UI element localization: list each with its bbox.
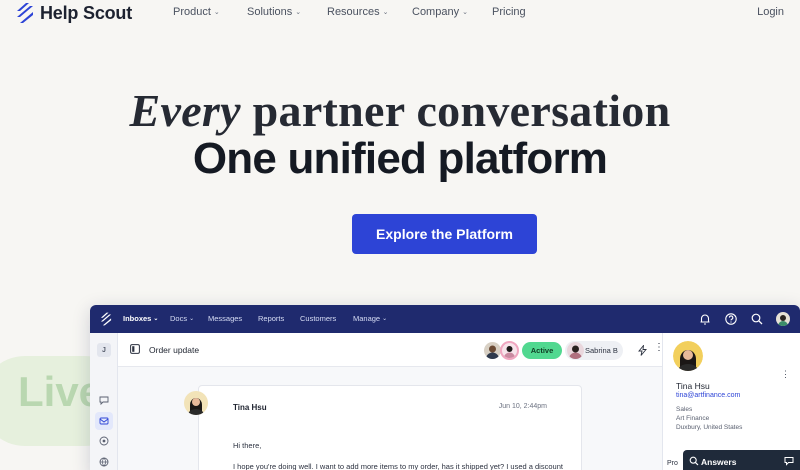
explore-platform-button[interactable]: Explore the Platform <box>352 214 537 254</box>
chevron-down-icon: ⌄ <box>382 9 389 16</box>
nav-resources-label: Resources <box>327 6 380 18</box>
chevron-down-icon: ⌄ <box>462 9 468 16</box>
app-nav-inboxes[interactable]: Inboxes ⌄ <box>123 314 158 323</box>
conversation-header: Order update Active Sabrina B ⋮ <box>118 333 664 367</box>
assignee-selector[interactable]: Sabrina B <box>565 341 623 360</box>
app-nav-docs[interactable]: Docs ⌄ <box>170 314 194 323</box>
app-nav-reports[interactable]: Reports <box>258 314 284 323</box>
assignee-avatar <box>567 342 584 359</box>
lightning-icon[interactable] <box>638 345 647 356</box>
message-sender: Tina Hsu <box>233 403 267 412</box>
customer-location: Duxbury, United States <box>676 424 743 431</box>
message-sender-avatar-image <box>184 391 208 415</box>
hero-headline-italic: Every <box>129 85 241 136</box>
assignee-avatar-image <box>569 345 582 359</box>
hero-headline-rest: partner conversation <box>240 85 671 136</box>
customer-company: Art Finance <box>676 415 710 422</box>
app-nav-manage[interactable]: Manage ⌄ <box>353 314 387 323</box>
chevron-down-icon: ⌄ <box>382 316 388 322</box>
chevron-down-icon: ⌄ <box>153 316 159 322</box>
app-nav-manage-label: Manage <box>353 314 381 323</box>
answers-label: Answers <box>701 457 737 467</box>
viewer-avatar[interactable] <box>500 341 519 360</box>
chevron-down-icon: ⌄ <box>295 9 302 16</box>
customer-role: Sales <box>676 406 693 413</box>
answers-widget-button[interactable]: Answers <box>683 450 800 470</box>
user-avatar[interactable] <box>776 312 790 326</box>
message-sender-avatar <box>184 391 208 415</box>
message-timestamp: Jun 10, 2:44pm <box>498 403 547 410</box>
app-nav-messages[interactable]: Messages <box>208 314 242 323</box>
brand-logo[interactable]: Help Scout <box>16 2 132 24</box>
sidebar-toggle-icon[interactable] <box>130 344 140 354</box>
message-greeting: Hi there, <box>233 441 262 450</box>
app-nav-customers[interactable]: Customers <box>300 314 336 323</box>
nav-solutions[interactable]: Solutions ⌄ <box>247 6 301 18</box>
chat-bubble-icon <box>784 457 794 466</box>
app-topbar: Inboxes ⌄ Docs ⌄ Messages Reports Customer… <box>90 305 800 333</box>
nav-product-label: Product <box>173 6 211 18</box>
palette-icon[interactable] <box>98 435 110 447</box>
nav-pricing-label: Pricing <box>492 6 526 18</box>
app-nav-customers-label: Customers <box>300 314 337 323</box>
nav-solutions-label: Solutions <box>247 6 293 18</box>
message-card: Tina Hsu Jun 10, 2:44pm Hi there, I hope… <box>198 385 582 470</box>
app-nav-reports-label: Reports <box>258 314 285 323</box>
site-header: Help Scout Product ⌄ Solutions ⌄ Resourc… <box>0 0 800 28</box>
app-nav-docs-label: Docs <box>170 314 188 323</box>
app-preview: Inboxes ⌄ Docs ⌄ Messages Reports Customer… <box>90 305 800 470</box>
nav-product[interactable]: Product ⌄ <box>173 6 220 18</box>
nav-resources[interactable]: Resources ⌄ <box>327 6 388 18</box>
message-body: I hope you're doing well. I want to add … <box>233 462 563 470</box>
customer-more-icon[interactable]: ⋮ <box>781 369 790 380</box>
hero-headline-line1: Every partner conversation <box>0 84 800 137</box>
panel-section-fragment: Pro <box>667 460 678 467</box>
nav-company[interactable]: Company ⌄ <box>412 6 468 18</box>
workspace-switcher[interactable]: J <box>97 343 111 357</box>
globe-icon[interactable] <box>98 456 110 468</box>
status-active-badge[interactable]: Active <box>522 342 562 359</box>
collaborator-avatar-image <box>486 345 499 359</box>
search-icon <box>689 456 699 466</box>
conversation-title: Order update <box>149 345 200 355</box>
nav-pricing[interactable]: Pricing <box>492 6 526 18</box>
chevron-down-icon: ⌄ <box>213 9 220 16</box>
bell-icon[interactable] <box>698 312 712 326</box>
hero-headline-line2: One unified platform <box>192 134 608 183</box>
customer-name: Tina Hsu <box>676 381 710 391</box>
customer-email[interactable]: tina@artfinance.com <box>676 392 740 399</box>
app-left-rail: J <box>90 333 118 470</box>
app-nav-inboxes-label: Inboxes <box>123 314 152 323</box>
help-icon[interactable] <box>724 312 738 326</box>
assignee-name: Sabrina B <box>585 346 618 355</box>
help-scout-logo-icon <box>17 3 33 23</box>
inbox-icon[interactable] <box>98 415 110 427</box>
chat-icon[interactable] <box>98 394 110 406</box>
app-nav-messages-label: Messages <box>208 314 243 323</box>
viewer-avatar-image <box>504 346 515 358</box>
user-avatar-image <box>778 315 788 326</box>
search-icon[interactable] <box>750 312 764 326</box>
app-logo-icon <box>100 312 112 326</box>
chevron-down-icon: ⌄ <box>189 316 195 322</box>
collaborator-avatar[interactable] <box>484 342 501 359</box>
conversation-thread: Tina Hsu Jun 10, 2:44pm Hi there, I hope… <box>118 367 662 470</box>
brand-name: Help Scout <box>40 2 133 23</box>
nav-company-label: Company <box>412 6 460 18</box>
customer-avatar-image <box>673 341 703 371</box>
login-link[interactable]: Login <box>757 6 784 18</box>
customer-avatar <box>673 341 703 371</box>
